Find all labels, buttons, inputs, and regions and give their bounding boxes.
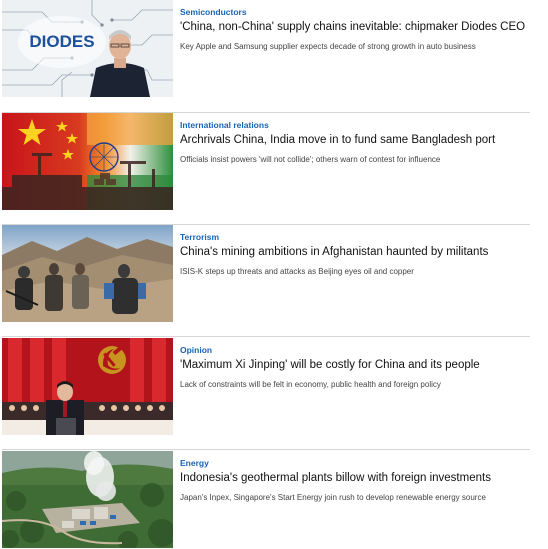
article-headline-link[interactable]: China's mining ambitions in Afghanistan …: [180, 245, 530, 260]
article-thumbnail-afghanistan-mining[interactable]: [2, 225, 173, 322]
geothermal-plant-aerial-image: [2, 451, 173, 548]
article-text: International relations Archrivals China…: [180, 120, 530, 165]
article-thumbnail-bangladesh-port[interactable]: [2, 113, 173, 210]
article-category-link[interactable]: Terrorism: [180, 232, 530, 243]
article-summary: Officials insist powers 'will not collid…: [180, 155, 441, 164]
article-headline-link[interactable]: Archrivals China, India move in to fund …: [180, 133, 530, 148]
article-headline-link[interactable]: 'Maximum Xi Jinping' will be costly for …: [180, 358, 530, 373]
svg-text:DIODES: DIODES: [29, 32, 94, 51]
article-card[interactable]: Opinion 'Maximum Xi Jinping' will be cos…: [0, 338, 548, 436]
article-text: Semiconductors 'China, non-China' supply…: [180, 7, 530, 52]
article-summary: Japan's Inpex, Singapore's Start Energy …: [180, 493, 486, 502]
article-text: Energy Indonesia's geothermal plants bil…: [180, 458, 530, 503]
news-feed: DIODES Semiconductors 'China, non-China'…: [0, 0, 548, 549]
congress-hall-image: [2, 338, 173, 435]
article-text: Terrorism China's mining ambitions in Af…: [180, 232, 530, 277]
article-category-link[interactable]: Semiconductors: [180, 7, 530, 18]
article-text: Opinion 'Maximum Xi Jinping' will be cos…: [180, 345, 530, 390]
article-divider: [2, 449, 530, 450]
article-category-link[interactable]: Energy: [180, 458, 530, 469]
article-summary: ISIS-K steps up threats and attacks as B…: [180, 267, 414, 276]
article-thumbnail-indonesia-geothermal[interactable]: [2, 451, 173, 548]
afghan-mountains-image: [2, 225, 173, 322]
article-card[interactable]: Energy Indonesia's geothermal plants bil…: [0, 451, 548, 549]
article-category-link[interactable]: Opinion: [180, 345, 530, 356]
article-divider: [2, 336, 530, 337]
article-summary: Lack of constraints will be felt in econ…: [180, 380, 441, 389]
circuit-board-portrait-image: DIODES: [2, 0, 173, 97]
flags-port-image: [2, 113, 173, 210]
article-thumbnail-diodes-ceo[interactable]: DIODES: [2, 0, 173, 97]
article-summary: Key Apple and Samsung supplier expects d…: [180, 42, 476, 51]
article-card[interactable]: International relations Archrivals China…: [0, 113, 548, 211]
article-category-link[interactable]: International relations: [180, 120, 530, 131]
article-card[interactable]: Terrorism China's mining ambitions in Af…: [0, 225, 548, 323]
article-thumbnail-xi-jinping[interactable]: [2, 338, 173, 435]
article-headline-link[interactable]: Indonesia's geothermal plants billow wit…: [180, 471, 530, 486]
article-card[interactable]: DIODES Semiconductors 'China, non-China'…: [0, 0, 548, 98]
article-headline-link[interactable]: 'China, non-China' supply chains inevita…: [180, 20, 530, 35]
